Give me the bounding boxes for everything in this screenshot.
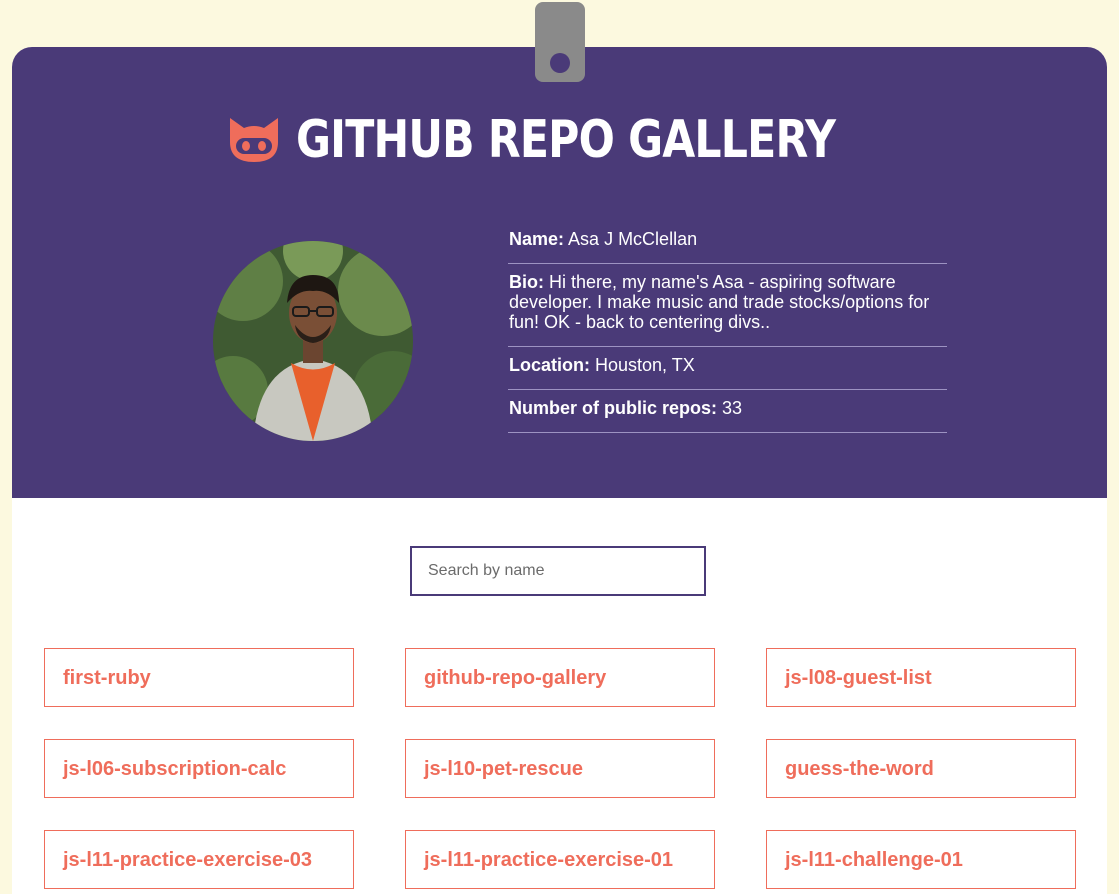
profile-info: Name: Asa J McClellan Bio: Hi there, my … <box>508 221 947 433</box>
repo-card[interactable]: guess-the-word <box>766 739 1076 798</box>
profile-bio: Hi there, my name's Asa - aspiring softw… <box>509 272 930 332</box>
bio-label: Bio: <box>509 272 544 292</box>
repos-count-label: Number of public repos: <box>509 398 718 418</box>
repo-card[interactable]: js-l06-subscription-calc <box>44 739 354 798</box>
gallery-card: GITHUB REPO GALLERY Name: Asa J McClella… <box>12 47 1107 894</box>
clip-hole <box>550 53 570 73</box>
repo-card[interactable]: github-repo-gallery <box>405 648 715 707</box>
repo-card[interactable]: js-l11-practice-exercise-01 <box>405 830 715 889</box>
clipboard-clip <box>535 2 585 82</box>
avatar <box>213 241 413 441</box>
profile-header: GITHUB REPO GALLERY Name: Asa J McClella… <box>12 47 1107 498</box>
profile-location-row: Location: Houston, TX <box>508 347 947 390</box>
repo-card[interactable]: first-ruby <box>44 648 354 707</box>
location-label: Location: <box>509 355 590 375</box>
search-input[interactable] <box>410 546 706 596</box>
repo-card[interactable]: js-l11-practice-exercise-03 <box>44 830 354 889</box>
profile-name: Asa J McClellan <box>568 229 698 249</box>
profile-name-row: Name: Asa J McClellan <box>508 221 947 264</box>
profile-bio-row: Bio: Hi there, my name's Asa - aspiring … <box>508 264 947 347</box>
repos-count: 33 <box>722 398 743 418</box>
repo-card[interactable]: js-l08-guest-list <box>766 648 1076 707</box>
profile-location: Houston, TX <box>595 355 695 375</box>
name-label: Name: <box>509 229 565 249</box>
github-octocat-icon <box>226 116 282 164</box>
page-title: GITHUB REPO GALLERY <box>295 110 836 170</box>
profile-repos-row: Number of public repos: 33 <box>508 390 947 433</box>
repo-card[interactable]: js-l10-pet-rescue <box>405 739 715 798</box>
repo-card[interactable]: js-l11-challenge-01 <box>766 830 1076 889</box>
page-title-row: GITHUB REPO GALLERY <box>12 105 1107 175</box>
